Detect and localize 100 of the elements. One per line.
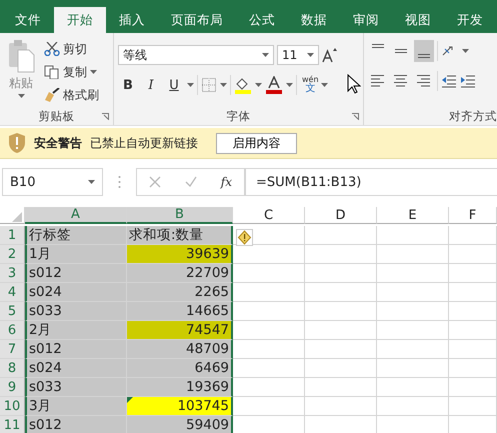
brush-icon bbox=[44, 88, 60, 102]
enable-content-button[interactable]: 启用内容 bbox=[216, 132, 297, 154]
ribbon-tab[interactable]: 页面布局 bbox=[158, 7, 236, 33]
table-cell bbox=[305, 264, 377, 283]
decrease-indent-icon[interactable] bbox=[441, 73, 457, 89]
table-cell bbox=[377, 226, 449, 245]
table-cell: s024 bbox=[25, 283, 127, 302]
caret-icon bbox=[255, 83, 262, 87]
group-label: 字体 bbox=[226, 108, 250, 124]
borders-icon[interactable] bbox=[201, 77, 217, 93]
table-cell bbox=[233, 397, 305, 416]
column-header[interactable]: E bbox=[377, 207, 449, 224]
table-cell bbox=[305, 302, 377, 321]
italic-button[interactable]: I bbox=[141, 74, 161, 96]
row-header[interactable]: 6 bbox=[0, 321, 25, 340]
table-cell bbox=[449, 378, 497, 397]
row-header[interactable]: 9 bbox=[0, 378, 25, 397]
table-cell bbox=[449, 226, 497, 245]
warning-icon[interactable] bbox=[236, 229, 253, 246]
table-cell bbox=[233, 359, 305, 378]
row-header[interactable]: 1 bbox=[0, 226, 25, 245]
ribbon-tab[interactable]: 审阅 bbox=[340, 7, 392, 33]
align-lines-icon bbox=[395, 49, 407, 53]
group-label: 对齐方式 bbox=[449, 108, 497, 124]
copy-button[interactable]: 复制 bbox=[42, 62, 101, 82]
column-header[interactable]: A bbox=[25, 207, 127, 224]
bold-button[interactable]: B bbox=[118, 74, 138, 96]
ribbon-tab[interactable]: 数据 bbox=[288, 7, 340, 33]
table-cell bbox=[449, 245, 497, 264]
table-cell bbox=[449, 321, 497, 340]
caret-icon bbox=[220, 83, 227, 87]
font-size-field[interactable]: 11 bbox=[277, 45, 319, 65]
mouse-cursor-icon bbox=[347, 74, 361, 94]
format-painter-button[interactable]: 格式刷 bbox=[42, 85, 101, 105]
table-cell: s033 bbox=[25, 302, 127, 321]
column-header[interactable]: B bbox=[127, 207, 233, 224]
ribbon-tab[interactable]: 插入 bbox=[106, 7, 158, 33]
align-lines-icon bbox=[372, 44, 384, 48]
table-cell: 59409 bbox=[127, 416, 233, 433]
table-cell bbox=[233, 264, 305, 283]
copy-icon bbox=[44, 65, 60, 79]
table-cell: 48709 bbox=[127, 340, 233, 359]
table-cell bbox=[233, 321, 305, 340]
row-header[interactable]: 7 bbox=[0, 340, 25, 359]
table-cell bbox=[233, 302, 305, 321]
table-cell bbox=[449, 302, 497, 321]
column-header[interactable]: D bbox=[305, 207, 377, 224]
fill-color-icon[interactable] bbox=[234, 76, 252, 94]
increase-indent-icon[interactable] bbox=[460, 73, 476, 89]
name-box[interactable]: B10 bbox=[2, 168, 103, 196]
table-cell bbox=[305, 397, 377, 416]
dialog-launcher-icon[interactable] bbox=[102, 113, 109, 120]
column-header[interactable]: C bbox=[233, 207, 305, 224]
align-lines-icon bbox=[370, 73, 386, 89]
column-header[interactable]: F bbox=[449, 207, 497, 224]
font-color-icon[interactable] bbox=[265, 76, 283, 94]
caret-icon bbox=[18, 94, 24, 98]
dialog-launcher-icon[interactable] bbox=[352, 113, 359, 120]
row-header[interactable]: 4 bbox=[0, 283, 25, 302]
table-cell bbox=[377, 397, 449, 416]
grow-font-icon[interactable] bbox=[322, 47, 338, 63]
row-header[interactable]: 5 bbox=[0, 302, 25, 321]
ribbon-tab[interactable]: 公式 bbox=[236, 7, 288, 33]
table-cell bbox=[305, 321, 377, 340]
table-cell bbox=[377, 283, 449, 302]
row-header[interactable]: 3 bbox=[0, 264, 25, 283]
ribbon-tab[interactable]: 开始 bbox=[54, 7, 106, 33]
table-cell bbox=[305, 340, 377, 359]
align-lines-icon bbox=[393, 73, 409, 89]
table-cell: 103745 bbox=[127, 397, 233, 416]
table-cell: s012 bbox=[25, 416, 127, 433]
row-header[interactable]: 10 bbox=[0, 397, 25, 416]
row-header[interactable]: 8 bbox=[0, 359, 25, 378]
underline-button[interactable]: U bbox=[164, 74, 184, 96]
table-cell bbox=[233, 283, 305, 302]
insert-function-button[interactable]: fx bbox=[220, 175, 232, 189]
ribbon-tab[interactable]: 开发 bbox=[444, 7, 496, 33]
cut-button[interactable]: 剪切 bbox=[42, 39, 101, 59]
caret-icon bbox=[88, 180, 95, 184]
table-cell: s033 bbox=[25, 378, 127, 397]
table-cell bbox=[305, 245, 377, 264]
table-cell: 14665 bbox=[127, 302, 233, 321]
font-name-field[interactable]: 等线 bbox=[118, 45, 274, 65]
ribbon-tab[interactable]: 文件 bbox=[2, 7, 54, 33]
table-cell: s012 bbox=[25, 340, 127, 359]
table-cell: s024 bbox=[25, 359, 127, 378]
phonetic-button[interactable]: wén 文 bbox=[300, 74, 330, 96]
caret-icon bbox=[286, 83, 293, 87]
table-cell bbox=[449, 397, 497, 416]
table-cell bbox=[377, 245, 449, 264]
table-cell: 6469 bbox=[127, 359, 233, 378]
drag-handle-icon[interactable] bbox=[118, 175, 121, 189]
align-button[interactable] bbox=[414, 40, 434, 62]
paste-button[interactable]: 粘贴 bbox=[4, 39, 38, 107]
check-icon[interactable] bbox=[184, 176, 197, 188]
ribbon-tab[interactable]: 视图 bbox=[392, 7, 444, 33]
formula-field[interactable]: =SUM(B11:B13) bbox=[245, 168, 497, 196]
row-header[interactable]: 11 bbox=[0, 416, 25, 433]
table-cell bbox=[233, 378, 305, 397]
row-header[interactable]: 2 bbox=[0, 245, 25, 264]
